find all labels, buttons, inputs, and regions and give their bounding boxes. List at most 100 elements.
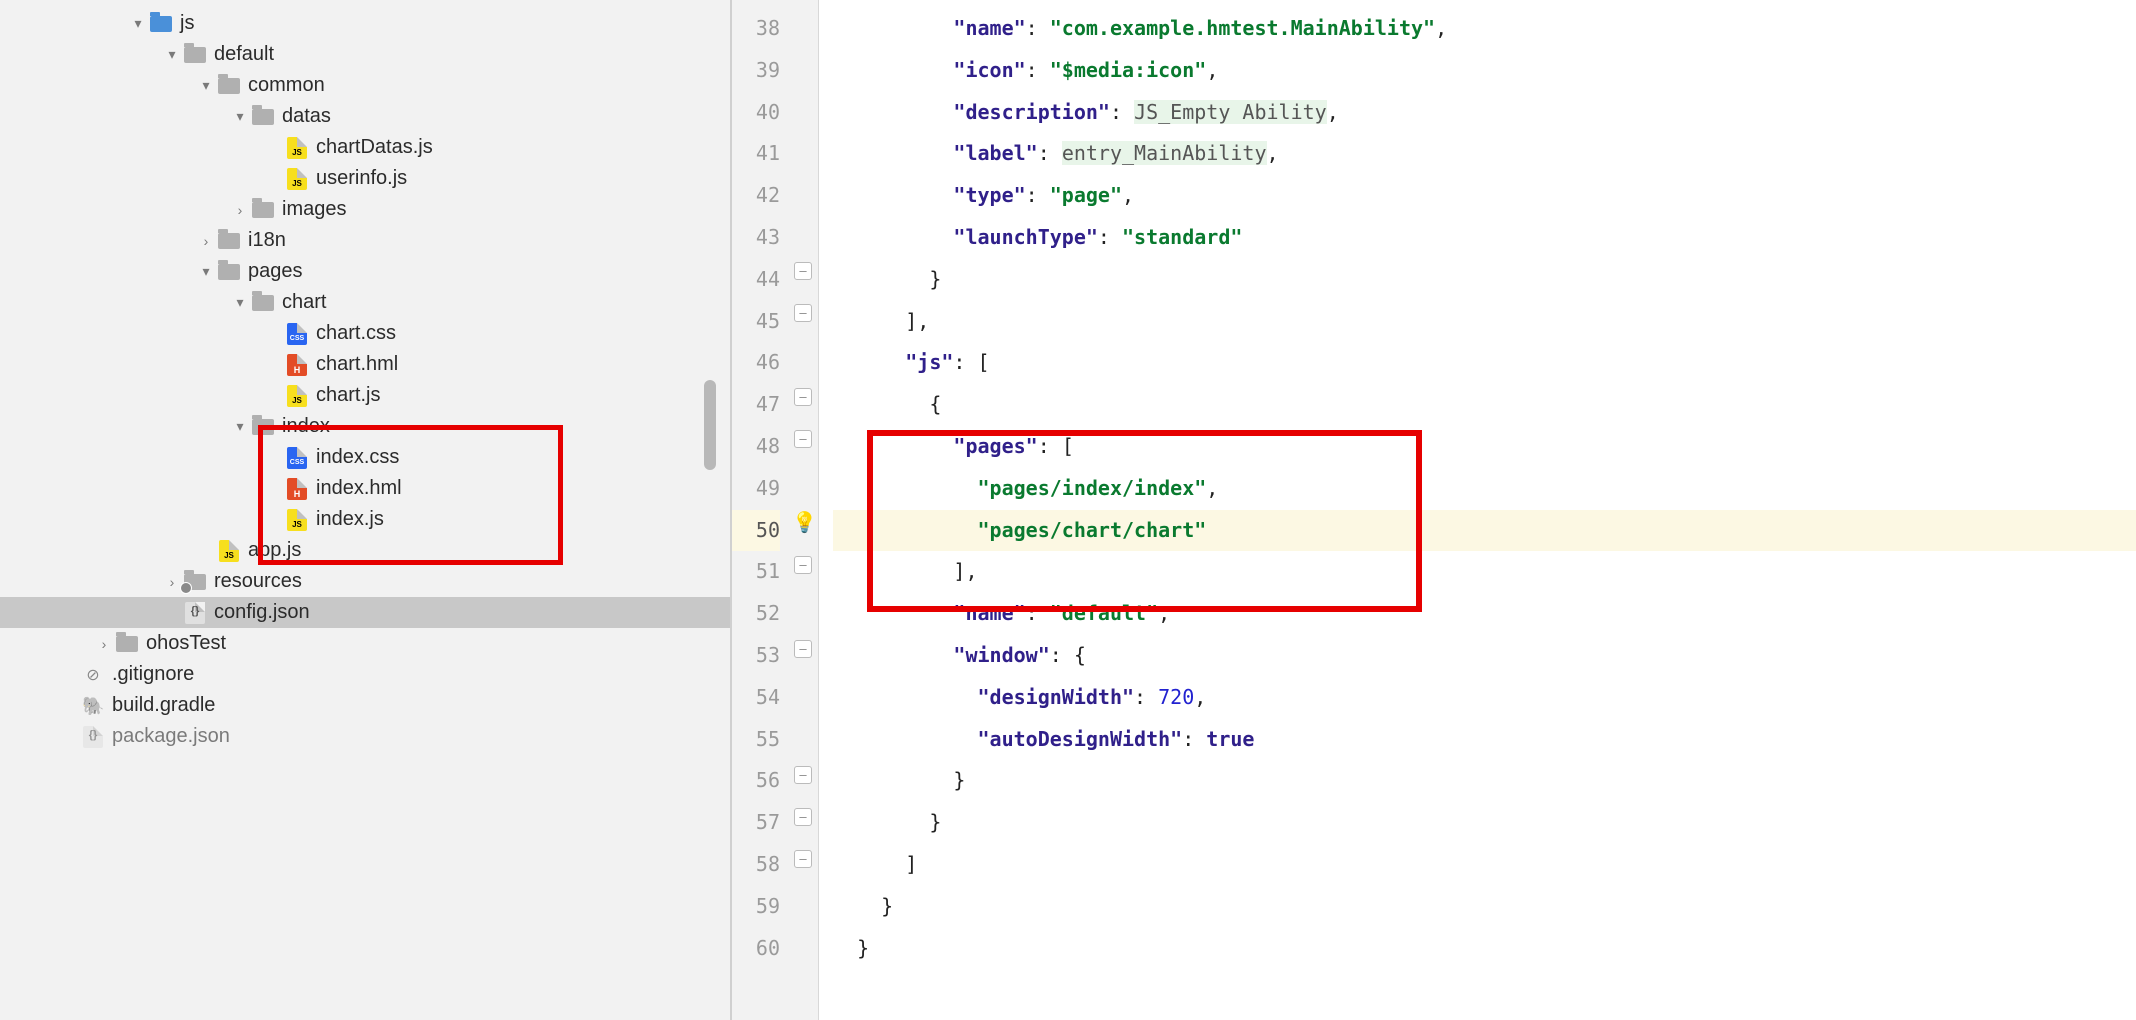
code-line-current[interactable]: "pages/chart/chart": [833, 510, 2136, 552]
chevron-down-icon[interactable]: ▾: [230, 294, 250, 311]
fold-marker-icon[interactable]: –: [794, 556, 812, 574]
tree-label: package.json: [112, 725, 230, 748]
code-line[interactable]: }: [833, 802, 2136, 844]
code-line[interactable]: "pages": [: [833, 426, 2136, 468]
tree-folder-chart[interactable]: ▾ chart: [0, 287, 730, 318]
code-line[interactable]: ]: [833, 844, 2136, 886]
line-number[interactable]: 54: [732, 677, 780, 719]
tree-folder-pages[interactable]: ▾ pages: [0, 256, 730, 287]
tree-folder-common[interactable]: ▾ common: [0, 70, 730, 101]
fold-marker-icon[interactable]: –: [794, 388, 812, 406]
line-number[interactable]: 60: [732, 928, 780, 970]
line-number[interactable]: 41: [732, 133, 780, 175]
code-line[interactable]: "label": entry_MainAbility,: [833, 133, 2136, 175]
fold-marker-icon[interactable]: –: [794, 262, 812, 280]
code-line[interactable]: "name": "com.example.hmtest.MainAbility"…: [833, 8, 2136, 50]
tree-file-chart-hml[interactable]: ▾ chart.hml: [0, 349, 730, 380]
line-number[interactable]: 45: [732, 301, 780, 343]
tree-folder-images[interactable]: › images: [0, 194, 730, 225]
line-number[interactable]: 58: [732, 844, 780, 886]
tree-file-index-css[interactable]: ▾ index.css: [0, 442, 730, 473]
fold-marker-icon[interactable]: –: [794, 304, 812, 322]
lightbulb-icon[interactable]: 💡: [792, 510, 814, 532]
tree-file-chart-css[interactable]: ▾ chart.css: [0, 318, 730, 349]
tree-file-build-gradle[interactable]: ▾ 🐘 build.gradle: [0, 690, 730, 721]
code-line[interactable]: "name": "default",: [833, 593, 2136, 635]
tree-folder-js[interactable]: ▾ js: [0, 8, 730, 39]
line-number[interactable]: 48: [732, 426, 780, 468]
code-line[interactable]: }: [833, 886, 2136, 928]
code-line[interactable]: "type": "page",: [833, 175, 2136, 217]
line-number[interactable]: 49: [732, 468, 780, 510]
js-file-icon: [284, 509, 310, 531]
fold-marker-icon[interactable]: –: [794, 808, 812, 826]
tree-file-chart-js[interactable]: ▾ chart.js: [0, 380, 730, 411]
line-number[interactable]: 43: [732, 217, 780, 259]
tree-file-chartdatas-js[interactable]: ▾ chartDatas.js: [0, 132, 730, 163]
folder-icon: [216, 261, 242, 283]
fold-marker-icon[interactable]: –: [794, 430, 812, 448]
chevron-down-icon[interactable]: ▾: [196, 77, 216, 94]
code-line[interactable]: "autoDesignWidth": true: [833, 719, 2136, 761]
tree-folder-datas[interactable]: ▾ datas: [0, 101, 730, 132]
folder-icon: [250, 199, 276, 221]
tree-file-index-hml[interactable]: ▾ index.hml: [0, 473, 730, 504]
line-number[interactable]: 55: [732, 719, 780, 761]
code-line[interactable]: ],: [833, 551, 2136, 593]
chevron-down-icon[interactable]: ▾: [230, 108, 250, 125]
fold-marker-icon[interactable]: –: [794, 850, 812, 868]
code-line[interactable]: }: [833, 928, 2136, 970]
code-line[interactable]: "designWidth": 720,: [833, 677, 2136, 719]
tree-file-index-js[interactable]: ▾ index.js: [0, 504, 730, 535]
chevron-right-icon[interactable]: ›: [162, 574, 182, 590]
code-area[interactable]: "name": "com.example.hmtest.MainAbility"…: [819, 0, 2136, 1020]
chevron-down-icon[interactable]: ▾: [230, 418, 250, 435]
tree-file-config-json[interactable]: ▾ config.json: [0, 597, 730, 628]
code-line[interactable]: "pages/index/index",: [833, 468, 2136, 510]
tree-folder-ohostest[interactable]: › ohosTest: [0, 628, 730, 659]
chevron-right-icon[interactable]: ›: [94, 636, 114, 652]
line-number[interactable]: 57: [732, 802, 780, 844]
tree-folder-i18n[interactable]: › i18n: [0, 225, 730, 256]
code-line[interactable]: "launchType": "standard": [833, 217, 2136, 259]
code-line[interactable]: }: [833, 760, 2136, 802]
fold-marker-icon[interactable]: –: [794, 766, 812, 784]
code-editor[interactable]: 38 39 40 41 42 43 44 45 46 47 48 49 50 5…: [732, 0, 2136, 1020]
tree-file-userinfo-js[interactable]: ▾ userinfo.js: [0, 163, 730, 194]
sidebar-scrollbar-thumb[interactable]: [704, 380, 716, 470]
code-line[interactable]: "icon": "$media:icon",: [833, 50, 2136, 92]
tree-folder-resources[interactable]: › resources: [0, 566, 730, 597]
line-number[interactable]: 38: [732, 8, 780, 50]
tree-folder-default[interactable]: ▾ default: [0, 39, 730, 70]
code-line[interactable]: "window": {: [833, 635, 2136, 677]
line-number[interactable]: 46: [732, 342, 780, 384]
tree-file-gitignore[interactable]: ▾ ⊘ .gitignore: [0, 659, 730, 690]
line-number[interactable]: 39: [732, 50, 780, 92]
chevron-right-icon[interactable]: ›: [230, 202, 250, 218]
fold-marker-icon[interactable]: –: [794, 640, 812, 658]
code-line[interactable]: }: [833, 259, 2136, 301]
chevron-right-icon[interactable]: ›: [196, 233, 216, 249]
line-number[interactable]: 56: [732, 760, 780, 802]
chevron-down-icon[interactable]: ▾: [128, 15, 148, 32]
code-line[interactable]: "js": [: [833, 342, 2136, 384]
tree-file-package-json[interactable]: ▾ package.json: [0, 721, 730, 752]
code-line[interactable]: "description": JS_Empty Ability,: [833, 92, 2136, 134]
tree-label: common: [248, 74, 325, 97]
chevron-down-icon[interactable]: ▾: [196, 263, 216, 280]
tree-file-app-js[interactable]: ▾ app.js: [0, 535, 730, 566]
line-number[interactable]: 52: [732, 593, 780, 635]
project-tree-panel[interactable]: ▾ js ▾ default ▾ common ▾ datas ▾: [0, 0, 730, 1020]
line-number[interactable]: 53: [732, 635, 780, 677]
line-number[interactable]: 44: [732, 259, 780, 301]
tree-folder-index[interactable]: ▾ index: [0, 411, 730, 442]
code-line[interactable]: ],: [833, 301, 2136, 343]
code-line[interactable]: {: [833, 384, 2136, 426]
line-number[interactable]: 40: [732, 92, 780, 134]
chevron-down-icon[interactable]: ▾: [162, 46, 182, 63]
line-number[interactable]: 47: [732, 384, 780, 426]
line-number-current[interactable]: 50: [732, 510, 780, 552]
line-number[interactable]: 51: [732, 551, 780, 593]
line-number[interactable]: 42: [732, 175, 780, 217]
line-number[interactable]: 59: [732, 886, 780, 928]
